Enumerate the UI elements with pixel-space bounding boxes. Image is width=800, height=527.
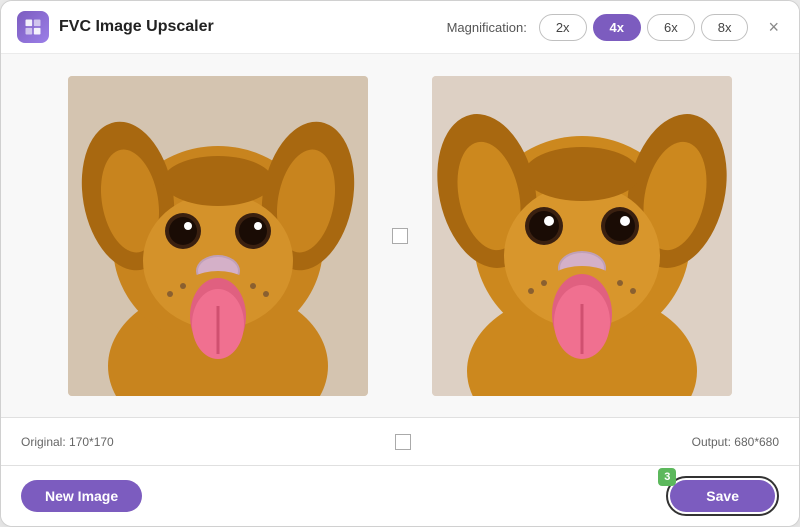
content-area — [1, 54, 799, 417]
save-button[interactable]: Save — [670, 480, 775, 512]
original-dog-image — [68, 76, 368, 396]
output-size-label: Output: 680*680 — [692, 435, 779, 449]
save-section: 3 Save — [666, 476, 779, 516]
close-button[interactable]: × — [764, 14, 783, 40]
output-dog-image — [432, 76, 732, 396]
save-badge: 3 — [658, 468, 676, 486]
original-size-label: Original: 170*170 — [21, 435, 114, 449]
titlebar: FVC Image Upscaler Magnification: 2x 4x … — [1, 1, 799, 54]
original-image-panel — [68, 76, 368, 396]
mag-6x-button[interactable]: 6x — [647, 14, 695, 41]
app-window: FVC Image Upscaler Magnification: 2x 4x … — [0, 0, 800, 527]
mag-8x-button[interactable]: 8x — [701, 14, 749, 41]
save-button-wrapper: Save — [666, 476, 779, 516]
new-image-button[interactable]: New Image — [21, 480, 142, 512]
app-title: FVC Image Upscaler — [59, 18, 214, 36]
compare-icon-center — [392, 228, 408, 244]
magnification-buttons: 2x 4x 6x 8x — [539, 14, 749, 41]
compare-icon-footer — [395, 434, 411, 450]
output-image-panel — [432, 76, 732, 396]
info-bar: Original: 170*170 Output: 680*680 — [1, 417, 799, 465]
bottom-bar: New Image 3 Save — [1, 465, 799, 526]
app-logo — [17, 11, 49, 43]
mag-2x-button[interactable]: 2x — [539, 14, 587, 41]
mag-4x-button[interactable]: 4x — [593, 14, 641, 41]
magnification-label: Magnification: — [447, 20, 527, 35]
